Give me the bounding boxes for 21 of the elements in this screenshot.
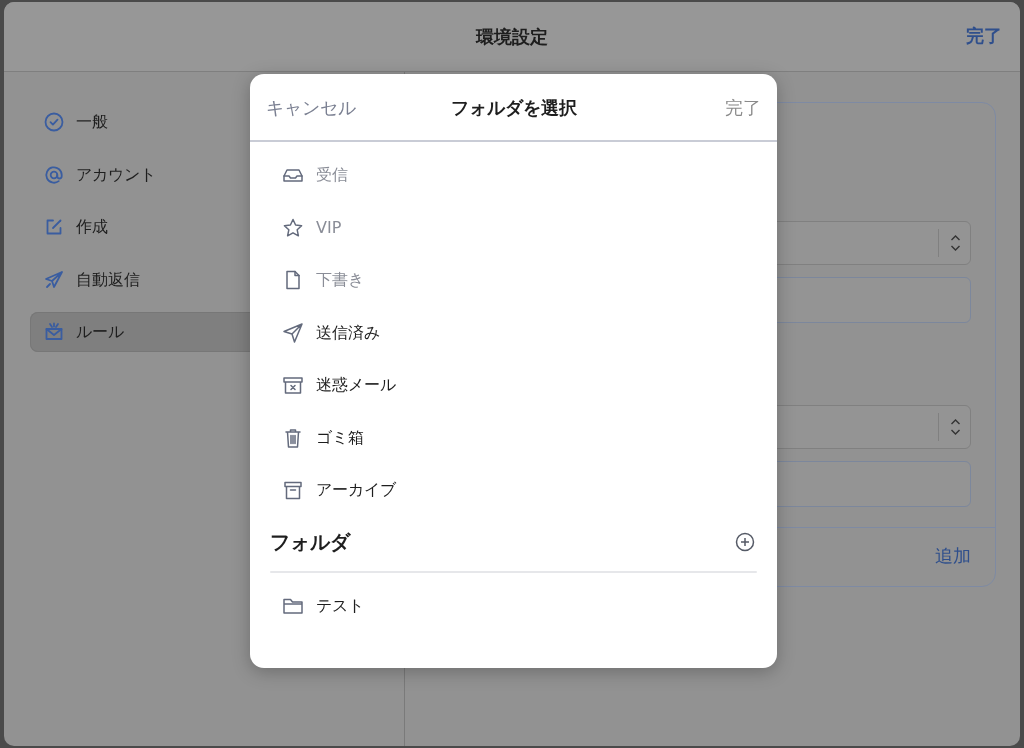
done-button[interactable]: 完了	[966, 22, 1002, 49]
airplane-icon	[44, 269, 64, 290]
trash-icon	[282, 426, 304, 449]
archive-box-icon	[282, 479, 304, 502]
check-circle-icon	[44, 112, 64, 132]
done-button[interactable]: 完了	[725, 93, 761, 121]
mailbox-item[interactable]: アーカイブ	[250, 464, 777, 517]
cancel-button[interactable]: キャンセル	[266, 93, 356, 121]
dialog-title: フォルダを選択	[450, 96, 577, 118]
section-heading: フォルダ	[270, 528, 350, 556]
add-folder-button[interactable]	[735, 531, 755, 552]
junk-bin-icon	[282, 374, 304, 397]
at-sign-icon	[44, 164, 64, 185]
paper-plane-icon	[282, 321, 304, 344]
mailbox-item[interactable]: ゴミ箱	[250, 411, 777, 464]
mailbox-item[interactable]: 迷惑メール	[250, 359, 777, 412]
folder-item[interactable]: テスト	[250, 579, 777, 632]
window-title: 環境設定	[476, 25, 548, 49]
compose-icon	[44, 217, 64, 237]
envelope-icon	[44, 322, 64, 342]
star-icon	[282, 216, 304, 239]
